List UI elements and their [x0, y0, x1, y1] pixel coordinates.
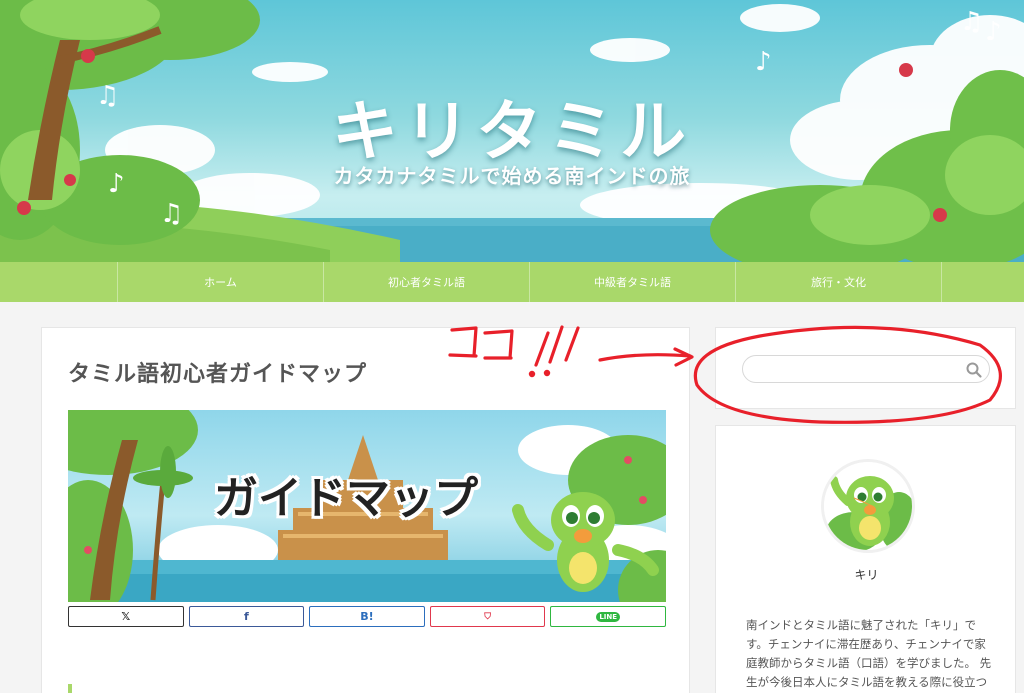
share-hatena-button[interactable]: B! [309, 606, 425, 627]
article-card: タミル語初心者ガイドマップ ガイドマップ 𝕏 f B! ⛉ LINE [41, 327, 690, 693]
eyecatch-image[interactable]: ガイドマップ [68, 410, 666, 602]
header-banner: ♫ ♪ ♫ ♪ ♫ ♪ キリタミル カタカナタミルで始める南インドの旅 [0, 0, 1024, 262]
share-pocket-button[interactable]: ⛉ [429, 606, 546, 627]
article-title: タミル語初心者ガイドマップ [68, 362, 368, 387]
share-x-button[interactable]: 𝕏 [68, 606, 184, 627]
svg-text:♫: ♫ [160, 199, 183, 229]
hatena-bookmark-icon: B! [360, 610, 374, 623]
profile-name: キリ [854, 568, 879, 582]
nav-item-spacer-left [0, 262, 117, 302]
profile-widget: キリ 南インドとタミル語に魅了された「キリ」です。チェンナイに滞在歴あり、チェン… [715, 425, 1016, 693]
parrot-avatar-icon [824, 462, 912, 550]
share-line-button[interactable]: LINE [550, 606, 666, 627]
svg-text:♫: ♫ [960, 7, 983, 37]
nav-item-beginner-tamil[interactable]: 初心者タミル語 [323, 262, 529, 302]
pocket-icon: ⛉ [484, 611, 491, 622]
search-widget [715, 327, 1016, 409]
line-icon: LINE [596, 611, 621, 622]
nav-item-spacer-right [941, 262, 1024, 302]
nav-item-intermediate-tamil[interactable]: 中級者タミル語 [529, 262, 735, 302]
site-tagline: カタカナタミルで始める南インドの旅 [333, 164, 691, 188]
share-buttons: 𝕏 f B! ⛉ LINE [68, 606, 666, 628]
profile-bio: 南インドとタミル語に魅了された「キリ」です。チェンナイに滞在歴あり、チェンナイで… [746, 618, 992, 689]
nav-item-travel-culture[interactable]: 旅行・文化 [735, 262, 941, 302]
search-icon[interactable] [965, 361, 983, 379]
nav-item-home[interactable]: ホーム [117, 262, 323, 302]
svg-text:♪: ♪ [755, 47, 772, 77]
share-facebook-button[interactable]: f [188, 606, 305, 627]
facebook-icon: f [243, 610, 249, 623]
eyecatch-title: ガイドマップ [213, 472, 479, 525]
search-input[interactable] [742, 355, 990, 383]
section-heading-accent [68, 684, 72, 693]
avatar [821, 459, 915, 553]
svg-text:♪: ♪ [985, 17, 1002, 47]
x-logo-icon: 𝕏 [121, 610, 131, 623]
global-nav: ホーム 初心者タミル語 中級者タミル語 旅行・文化 [0, 262, 1024, 302]
